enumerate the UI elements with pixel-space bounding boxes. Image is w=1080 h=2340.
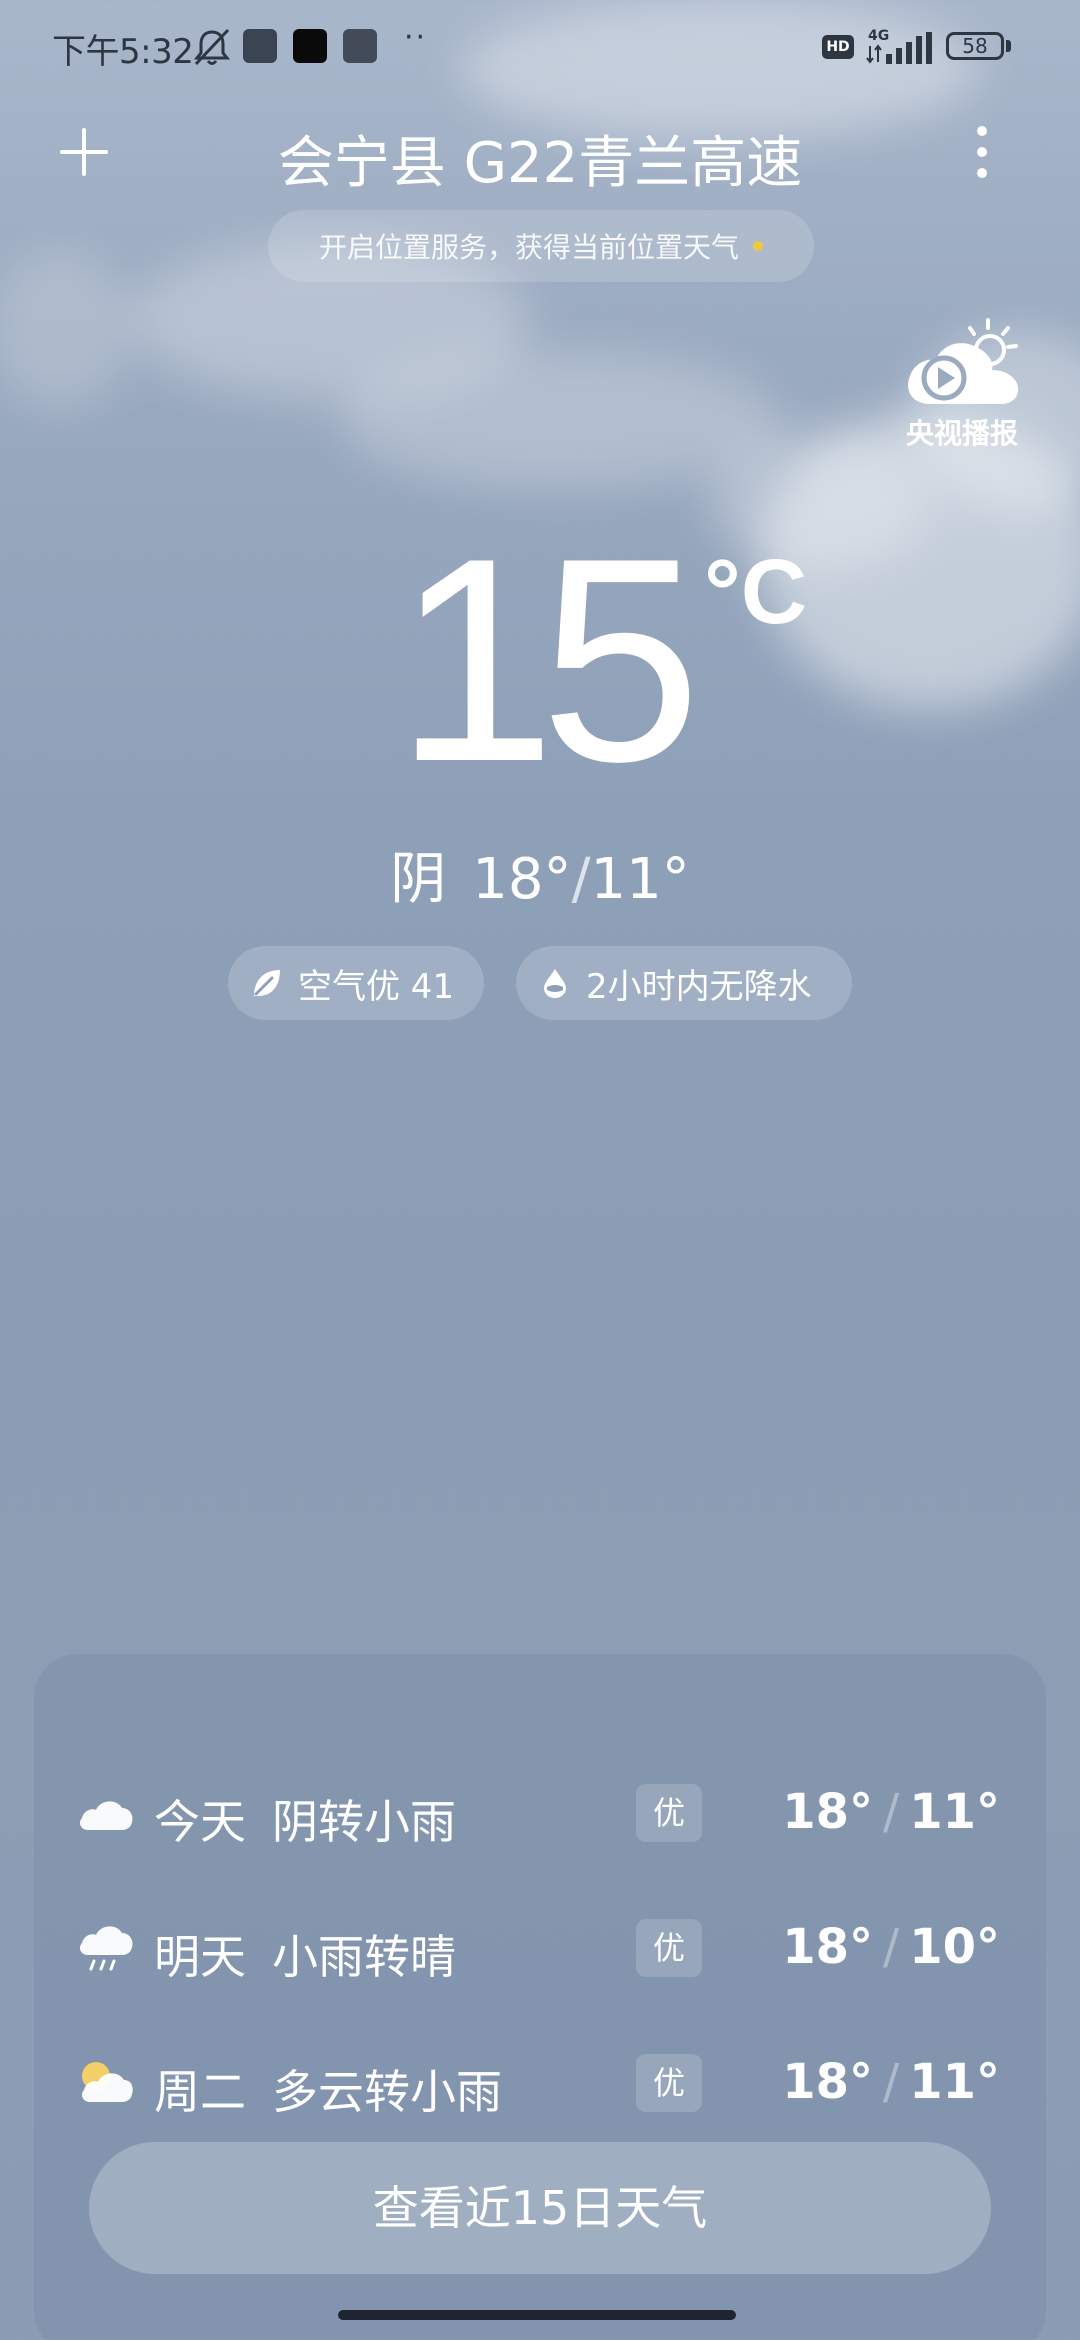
air-quality-chip[interactable]: 空气优 41 xyxy=(228,946,484,1020)
forecast-high: 18° xyxy=(782,2054,874,2110)
forecast-condition: 多云转小雨 xyxy=(272,2065,502,2119)
forecast-condition: 小雨转晴 xyxy=(272,1930,456,1984)
temp-separator: / xyxy=(571,847,591,912)
partly-cloudy-icon xyxy=(82,2062,133,2102)
current-condition: 阴 xyxy=(390,847,447,912)
app-notification-icon xyxy=(293,29,327,63)
forecast-high: 18° xyxy=(782,1919,874,1975)
forecast-temperatures: 18°/10° xyxy=(782,1919,1000,1975)
forecast-aqi-badge: 优 xyxy=(636,2054,702,2112)
forecast-temperatures: 18°/11° xyxy=(782,1784,1000,1840)
forecast-row-tuesday[interactable]: 周二 多云转小雨 优 18°/11° xyxy=(34,2032,1046,2132)
cctv-broadcast-button[interactable]: 央视播报 xyxy=(892,316,1032,456)
cctv-label: 央视播报 xyxy=(905,417,1018,450)
forecast-slash: / xyxy=(883,1784,900,1840)
more-notifications-indicator: ·· xyxy=(404,20,428,55)
forecast-condition: 阴转小雨 xyxy=(272,1795,456,1849)
enable-location-banner[interactable]: 开启位置服务，获得当前位置天气 xyxy=(268,210,814,282)
hd-badge: HD xyxy=(822,35,854,59)
home-indicator[interactable] xyxy=(338,2310,736,2320)
raindrop-icon xyxy=(544,969,566,998)
light-rain-icon xyxy=(80,1926,133,1971)
cloudy-icon xyxy=(80,1801,133,1830)
battery-indicator: 58 xyxy=(946,32,1004,60)
location-title[interactable]: 会宁县 G22青兰高速 xyxy=(140,118,940,199)
mute-bell-icon xyxy=(193,28,231,66)
hint-dot xyxy=(753,241,763,251)
current-condition-line: 阴 18°/11° xyxy=(300,834,780,915)
forecast-day: 明天 xyxy=(154,1930,246,1984)
current-temperature: 15 xyxy=(394,498,702,822)
forecast-slash: / xyxy=(883,1919,900,1975)
forecast-aqi-badge: 优 xyxy=(636,1919,702,1977)
battery-tip xyxy=(1006,40,1011,52)
forecast-low: 10° xyxy=(909,1919,1000,1975)
forecast-low: 11° xyxy=(909,1784,1000,1840)
precipitation-chip[interactable]: 2小时内无降水 xyxy=(516,946,852,1020)
today-low: 11° xyxy=(590,847,690,912)
precipitation-text: 2小时内无降水 xyxy=(586,966,812,1007)
air-quality-text: 空气优 41 xyxy=(298,966,455,1007)
forecast-row-today[interactable]: 今天 阴转小雨 优 18°/11° xyxy=(34,1762,1046,1862)
status-time: 下午5:32 xyxy=(52,32,194,72)
leaf-icon xyxy=(254,970,280,996)
forecast-temperatures: 18°/11° xyxy=(782,2054,1000,2110)
play-cloud-icon xyxy=(908,318,1019,404)
forecast-day: 今天 xyxy=(154,1795,246,1849)
forecast-panel: 今天 阴转小雨 优 18°/11° 明天 小雨转晴 优 18°/10° 周二 多… xyxy=(34,1654,1046,2340)
add-city-icon[interactable] xyxy=(58,126,110,178)
app-notification-icon xyxy=(243,29,277,63)
forecast-aqi-badge: 优 xyxy=(636,1784,702,1842)
forecast-row-tomorrow[interactable]: 明天 小雨转晴 优 18°/10° xyxy=(34,1897,1046,1997)
more-options-icon[interactable] xyxy=(972,124,992,180)
forecast-high: 18° xyxy=(782,1784,874,1840)
app-notification-icon xyxy=(343,29,377,63)
view-15-day-forecast-button[interactable]: 查看近15日天气 xyxy=(89,2142,991,2274)
forecast-slash: / xyxy=(883,2054,900,2110)
status-bar: 下午5:32 ·· HD 4G 58 xyxy=(0,0,1080,96)
temperature-unit: °C xyxy=(704,541,808,643)
location-hint-text: 开启位置服务，获得当前位置天气 xyxy=(318,231,739,264)
signal-icon xyxy=(866,32,932,64)
today-high: 18° xyxy=(472,847,572,912)
forecast-day: 周二 xyxy=(154,2065,246,2119)
forecast-low: 11° xyxy=(909,2054,1000,2110)
